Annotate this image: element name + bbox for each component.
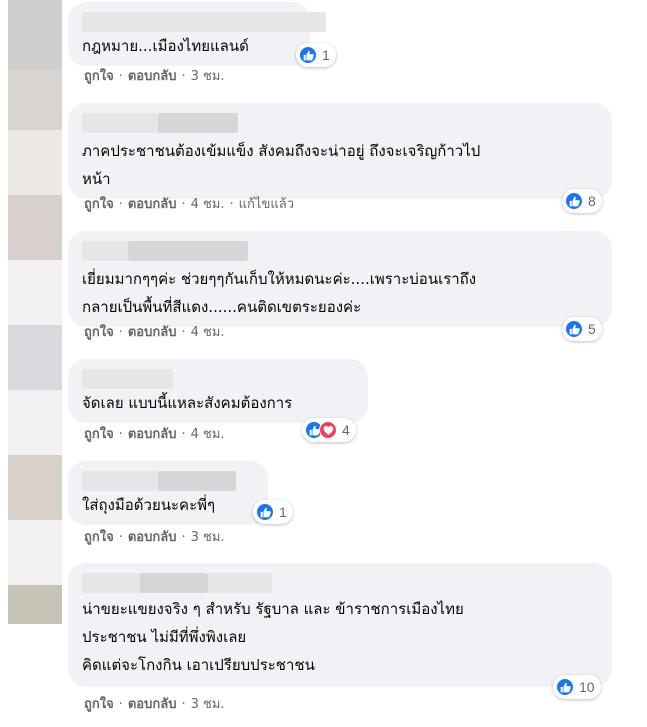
comment-timestamp[interactable]: 3 ชม. <box>191 697 225 712</box>
comment-actions: ถูกใจ · ตอบกลับ · 3 ชม. <box>84 68 225 86</box>
comment-timestamp[interactable]: 4 ชม. <box>191 197 225 212</box>
comment-text-line: เยี่ยมมากๆๆค่ะ ช่วยๆๆกันเก็บให้หมดนะค่ะ.… <box>82 270 477 288</box>
comment-timestamp[interactable]: 4 ชม. <box>191 325 225 340</box>
reaction-count: 8 <box>588 193 596 209</box>
comment-bubble: ภาคประชาชนต้องเข้มแข็ง สังคมถึงจะน่าอยู่… <box>68 103 612 199</box>
like-button[interactable]: ถูกใจ <box>84 197 114 212</box>
reply-button[interactable]: ตอบกลับ <box>128 697 177 712</box>
like-icon <box>256 503 274 521</box>
reaction-count: 10 <box>579 679 595 695</box>
reply-button[interactable]: ตอบกลับ <box>128 197 177 212</box>
redacted-author-name[interactable] <box>82 113 158 133</box>
redacted-author-name[interactable] <box>128 241 248 261</box>
reply-button[interactable]: ตอบกลับ <box>128 427 177 442</box>
comment-timestamp[interactable]: 4 ชม. <box>191 427 225 442</box>
comment-bubble: กฎหมาย...เมืองไทยแลนด์ <box>68 2 326 66</box>
comment-item: น่าขยะแขยงจริง ๆ สำหรับ รัฐบาล และ ข้ารา… <box>0 563 647 727</box>
reaction-summary[interactable]: 1 <box>296 43 336 67</box>
comment-bubble: จัดเลย แบบนี้แหละสังคมต้องการ <box>68 359 368 423</box>
redacted-author-name[interactable] <box>82 12 326 32</box>
comment-text-line: จัดเลย แบบนี้แหละสังคมต้องการ <box>82 394 293 412</box>
comment-item: จัดเลย แบบนี้แหละสังคมต้องการ 4 ถูกใจ · ตอบก… <box>0 359 647 457</box>
comment-item: ภาคประชาชนต้องเข้มแข็ง สังคมถึงจะน่าอยู่… <box>0 103 647 227</box>
separator-dot: · <box>181 530 186 545</box>
separator-dot: · <box>118 325 123 340</box>
separator-dot: · <box>118 69 123 84</box>
love-icon <box>319 421 337 439</box>
comment-item: กฎหมาย...เมืองไทยแลนด์ 1 ถูกใจ · ตอบกลับ · 3 ช… <box>0 2 647 99</box>
separator-dot: · <box>181 69 186 84</box>
comment-text-line: ภาคประชาชนต้องเข้มแข็ง สังคมถึงจะน่าอยู่… <box>82 142 481 160</box>
redacted-author-name[interactable] <box>82 369 173 389</box>
redacted-author-name[interactable] <box>82 241 128 261</box>
redacted-author-name[interactable] <box>208 573 272 593</box>
comment-item: ใส่ถุงมือด้วยนะคะพี่ๆ 1 ถูกใจ · ตอบกลับ · 3 ชม… <box>0 461 647 560</box>
comment-timestamp[interactable]: 3 ชม. <box>191 69 225 84</box>
comment-bubble: ใส่ถุงมือด้วยนะคะพี่ๆ <box>68 461 268 525</box>
reaction-count: 1 <box>322 47 330 63</box>
comment-actions: ถูกใจ · ตอบกลับ · 4 ชม. <box>84 324 225 342</box>
like-button[interactable]: ถูกใจ <box>84 530 114 545</box>
separator-dot: · <box>118 530 123 545</box>
redacted-author-name[interactable] <box>82 573 140 593</box>
reply-button[interactable]: ตอบกลับ <box>128 69 177 84</box>
like-button[interactable]: ถูกใจ <box>84 427 114 442</box>
reaction-summary[interactable]: 1 <box>253 500 293 524</box>
reaction-count: 1 <box>279 504 287 520</box>
like-button[interactable]: ถูกใจ <box>84 69 114 84</box>
comment-bubble: เยี่ยมมากๆๆค่ะ ช่วยๆๆกันเก็บให้หมดนะค่ะ.… <box>68 231 612 327</box>
like-button[interactable]: ถูกใจ <box>84 325 114 340</box>
like-icon <box>556 678 574 696</box>
redacted-author-name[interactable] <box>140 573 208 593</box>
comment-actions: ถูกใจ · ตอบกลับ · 3 ชม. <box>84 696 225 714</box>
comment-text-line: ใส่ถุงมือด้วยนะคะพี่ๆ <box>82 496 216 514</box>
comment-actions: ถูกใจ · ตอบกลับ · 3 ชม. <box>84 529 225 547</box>
reaction-summary[interactable]: 8 <box>562 189 602 213</box>
separator-dot: · <box>118 197 123 212</box>
separator-dot: · <box>181 325 186 340</box>
reaction-summary[interactable]: 5 <box>562 317 602 341</box>
redacted-author-name[interactable] <box>158 113 238 133</box>
comment-item: เยี่ยมมากๆๆค่ะ ช่วยๆๆกันเก็บให้หมดนะค่ะ.… <box>0 231 647 355</box>
edited-label[interactable]: แก้ไขแล้ว <box>239 197 294 212</box>
comment-actions: ถูกใจ · ตอบกลับ · 4 ชม. <box>84 426 225 444</box>
comment-text-line: หน้า <box>82 170 111 188</box>
comment-text-line: กฎหมาย...เมืองไทยแลนด์ <box>82 37 249 55</box>
reply-button[interactable]: ตอบกลับ <box>128 530 177 545</box>
separator-dot: · <box>181 697 186 712</box>
reaction-summary[interactable]: 10 <box>553 675 601 699</box>
separator-dot: · <box>181 427 186 442</box>
reaction-count: 5 <box>588 321 596 337</box>
comment-text-line: คิดแต่จะโกงกิน เอาเปรียบประชาชน <box>82 656 315 674</box>
comment-bubble: น่าขยะแขยงจริง ๆ สำหรับ รัฐบาล และ ข้ารา… <box>68 563 612 687</box>
comment-text-line: น่าขยะแขยงจริง ๆ สำหรับ รัฐบาล และ ข้ารา… <box>82 600 464 618</box>
like-button[interactable]: ถูกใจ <box>84 697 114 712</box>
comment-text-line: กลายเป็นพื้นที่สีแดง......คนติดเขตระยองค… <box>82 298 362 316</box>
separator-dot: · <box>181 197 186 212</box>
reaction-count: 4 <box>342 422 350 438</box>
separator-dot: · <box>118 697 123 712</box>
separator-dot: · <box>118 427 123 442</box>
reaction-summary[interactable]: 4 <box>302 418 356 442</box>
comment-text-line: ประชาชน ไม่มีที่พึ่งพิงเลย <box>82 628 247 646</box>
redacted-author-name[interactable] <box>82 471 158 491</box>
separator-dot: · <box>229 197 234 212</box>
like-icon <box>565 320 583 338</box>
redacted-author-name[interactable] <box>158 471 236 491</box>
like-icon <box>565 192 583 210</box>
comment-actions: ถูกใจ · ตอบกลับ · 4 ชม. · แก้ไขแล้ว <box>84 196 294 214</box>
like-icon <box>299 46 317 64</box>
comment-timestamp[interactable]: 3 ชม. <box>191 530 225 545</box>
reply-button[interactable]: ตอบกลับ <box>128 325 177 340</box>
